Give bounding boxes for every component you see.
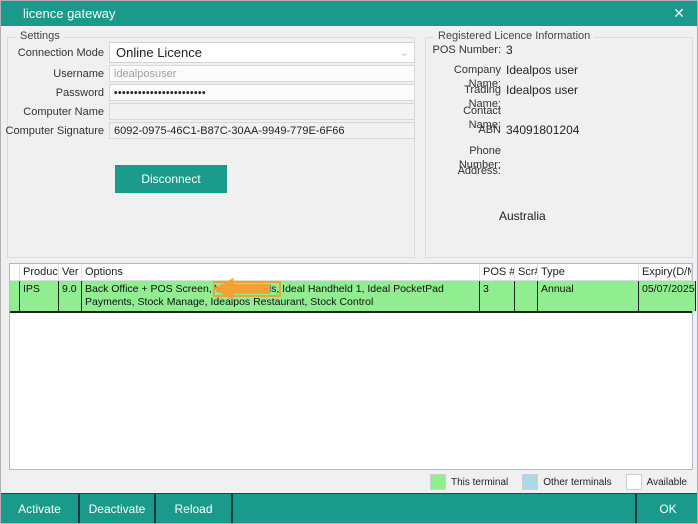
other-terminals-label: Other terminals [543,477,611,488]
available-label: Available [647,477,687,488]
computer-signature-row: Computer Signature 6092-0975-46C1-B87C-3… [5,122,415,139]
connection-mode-label: Connection Mode [5,47,109,59]
abn-value: 34091801204 [501,123,579,137]
window-title: licence gateway [23,6,116,21]
product-cell[interactable]: IPS [20,281,59,311]
table-row[interactable]: IPS 9.0 Back Office + POS Screen, Vii Gi… [10,281,692,313]
this-terminal-label: This terminal [451,477,508,488]
computer-name-field[interactable] [109,103,415,120]
column-header-scr[interactable]: Scr# [515,264,538,280]
country-label: Australia [499,209,546,223]
username-row: Username idealposuser [5,65,415,82]
options-text-before: Back Office + POS Screen, [85,283,215,295]
username-label: Username [5,68,109,80]
type-cell[interactable]: Annual [538,281,639,311]
column-header-type[interactable]: Type [538,264,639,280]
computer-signature-field[interactable]: 6092-0975-46C1-B87C-30AA-9949-779E-6F66 [109,122,415,139]
column-header-selector[interactable] [10,264,20,280]
pos-number-value: 3 [501,43,513,57]
deactivate-button[interactable]: Deactivate [80,494,154,523]
password-field[interactable]: ••••••••••••••••••••••• [109,84,415,101]
abn-label: ABN [431,123,501,137]
row-selector-cell[interactable] [10,281,20,311]
username-field[interactable]: idealposuser [109,65,415,82]
this-terminal-swatch [430,474,446,490]
licence-gateway-window: licence gateway ✕ Settings Connection Mo… [0,0,698,524]
address-value [501,164,506,178]
settings-group-label: Settings [16,30,64,42]
footer-divider [231,494,233,523]
available-swatch [626,474,642,490]
activate-button[interactable]: Activate [1,494,78,523]
close-icon[interactable]: ✕ [668,3,690,24]
column-header-product[interactable]: Product [20,264,59,280]
licence-table-header: Product Ver Options POS # Scr# Type Expi… [10,264,692,281]
computer-signature-label: Computer Signature [5,125,109,137]
column-header-pos[interactable]: POS # [480,264,515,280]
password-label: Password [5,87,109,99]
column-header-options[interactable]: Options [82,264,480,280]
password-row: Password ••••••••••••••••••••••• [5,84,415,101]
pos-number-row: POS Number: 3 [431,43,689,57]
reload-button[interactable]: Reload [156,494,231,523]
pos-cell[interactable]: 3 [480,281,515,311]
connection-mode-row: Connection Mode Online Licence ⌄ [5,42,415,63]
expiry-cell[interactable]: 05/07/2025 [639,281,696,311]
terminal-legend: This terminal Other terminals Available [430,474,687,490]
pos-number-label: POS Number: [431,43,501,57]
computer-name-label: Computer Name [5,106,109,118]
scr-cell[interactable] [515,281,538,311]
footer-bar: Activate Deactivate Reload OK [1,493,697,523]
column-header-expiry[interactable]: Expiry(D/M/Y) [639,264,692,280]
ok-button[interactable]: OK [637,494,698,523]
connection-mode-value: Online Licence [116,45,202,60]
address-row: Address: [431,164,689,178]
abn-row: ABN 34091801204 [431,123,689,137]
column-header-ver[interactable]: Ver [59,264,82,280]
disconnect-button[interactable]: Disconnect [115,165,227,193]
computer-name-row: Computer Name [5,103,415,120]
licence-info-group-label: Registered Licence Information [434,30,594,42]
title-bar: licence gateway ✕ [1,1,697,26]
address-label: Address: [431,164,501,178]
chevron-down-icon: ⌄ [400,46,409,59]
ver-cell[interactable]: 9.0 [59,281,82,311]
connection-mode-dropdown[interactable]: Online Licence ⌄ [109,42,415,63]
options-cell[interactable]: Back Office + POS Screen, Vii Gift Cards… [82,281,480,311]
other-terminals-swatch [522,474,538,490]
licence-table: Product Ver Options POS # Scr# Type Expi… [9,263,693,470]
